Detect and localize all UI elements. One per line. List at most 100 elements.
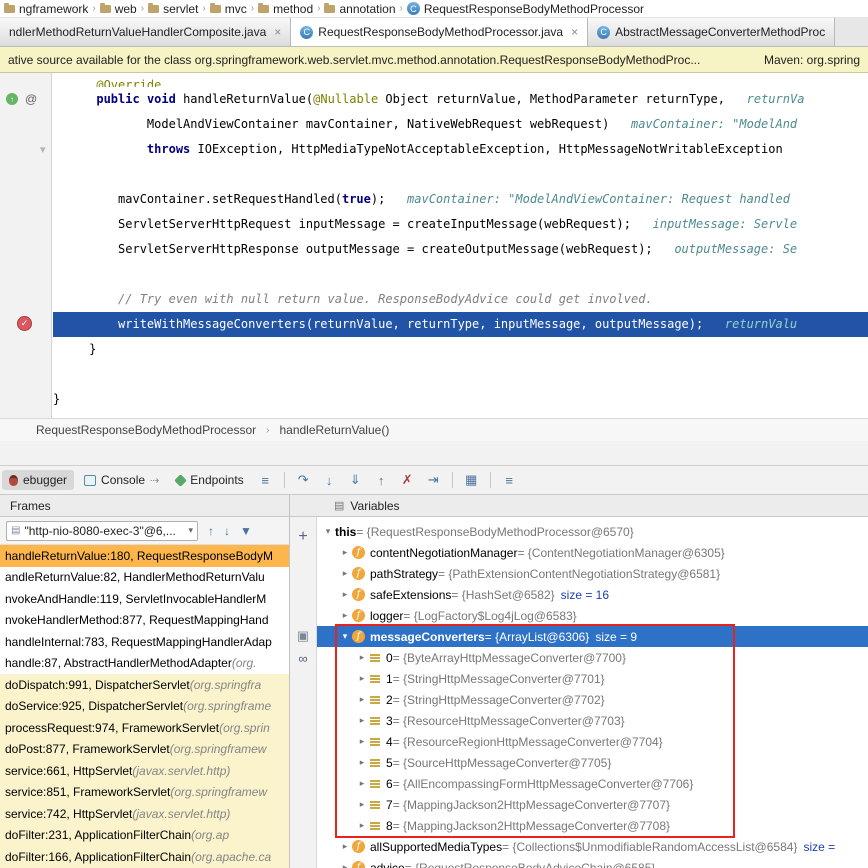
chevron-right-icon[interactable]: ▸ xyxy=(338,610,352,621)
variable-row[interactable]: ▸5 = {SourceHttpMessageConverter@7705} xyxy=(317,752,868,773)
threads-menu-icon[interactable]: ≡ xyxy=(254,473,277,488)
splitter[interactable] xyxy=(0,441,868,466)
layout-settings-icon[interactable]: ≡ xyxy=(498,473,521,488)
stack-frame-row[interactable]: doDispatch:991, DispatcherServlet (org.s… xyxy=(0,674,289,696)
chevron-right-icon[interactable]: ▸ xyxy=(355,652,369,663)
chevron-right-icon[interactable]: ▸ xyxy=(355,778,369,789)
tab-console[interactable]: Console⇢ xyxy=(77,470,166,490)
previous-frame-icon[interactable]: ↑ xyxy=(208,524,214,538)
variable-row[interactable]: ▸0 = {ByteArrayHttpMessageConverter@7700… xyxy=(317,647,868,668)
code-line[interactable]: writeWithMessageConverters(returnValue, … xyxy=(53,312,868,337)
code-editor[interactable]: @Override public void handleReturnValue(… xyxy=(0,73,868,418)
chevron-right-icon[interactable]: ▸ xyxy=(338,589,352,600)
chevron-right-icon[interactable]: ▸ xyxy=(355,736,369,747)
stack-frame-row[interactable]: nvokeHandlerMethod:877, RequestMappingHa… xyxy=(0,610,289,632)
code-line[interactable]: @Override xyxy=(53,73,868,87)
stack-frame-row[interactable]: handle:87, AbstractHandlerMethodAdapter … xyxy=(0,653,289,675)
add-watch-icon[interactable]: + xyxy=(298,529,307,545)
code-line[interactable] xyxy=(53,362,868,387)
chevron-right-icon[interactable]: ▸ xyxy=(338,862,352,868)
breadcrumb-item[interactable]: servlet xyxy=(148,2,198,16)
notification-action-maven[interactable]: Maven: org.spring xyxy=(764,53,860,67)
stack-frame-row[interactable]: doFilter:231, ApplicationFilterChain (or… xyxy=(0,825,289,847)
chevron-right-icon[interactable]: ▸ xyxy=(338,547,352,558)
variable-row[interactable]: ▸fcontentNegotiationManager = {ContentNe… xyxy=(317,542,868,563)
tab-debugger[interactable]: ebugger xyxy=(2,470,74,490)
stack-frame-row[interactable]: handleInternal:783, RequestMappingHandle… xyxy=(0,631,289,653)
chevron-right-icon[interactable]: ▸ xyxy=(338,841,352,852)
thread-selector[interactable]: ▤ "http-nio-8080-exec-3"@6,... ▾ xyxy=(6,521,198,541)
variable-row[interactable]: ▸3 = {ResourceHttpMessageConverter@7703} xyxy=(317,710,868,731)
stack-frame-row[interactable]: doPost:877, FrameworkServlet (org.spring… xyxy=(0,739,289,761)
code-line[interactable]: throws IOException, HttpMediaTypeNotAcce… xyxy=(53,137,868,162)
stack-frame-row[interactable]: andleReturnValue:82, HandlerMethodReturn… xyxy=(0,567,289,589)
variable-row[interactable]: ▸4 = {ResourceRegionHttpMessageConverter… xyxy=(317,731,868,752)
chevron-right-icon[interactable]: ▸ xyxy=(355,820,369,831)
force-step-into-icon[interactable]: ⇓ xyxy=(344,472,367,488)
show-watches-icon[interactable]: ∞ xyxy=(298,652,307,665)
chevron-right-icon[interactable]: ▸ xyxy=(355,694,369,705)
step-over-icon[interactable]: ↷ xyxy=(292,472,315,488)
editor-tab[interactable]: CRequestResponseBodyMethodProcessor.java… xyxy=(291,18,588,46)
stack-frame-row[interactable]: service:851, FrameworkServlet (org.sprin… xyxy=(0,782,289,804)
breadcrumb-item[interactable]: method xyxy=(258,2,313,16)
variable-row[interactable]: ▸fadvice = {RequestResponseBodyAdviceCha… xyxy=(317,857,868,868)
breadcrumb-item[interactable]: RequestResponseBodyMethodProcessor xyxy=(36,423,256,437)
next-frame-icon[interactable]: ↓ xyxy=(224,524,230,538)
breadcrumb-item[interactable]: mvc xyxy=(210,2,247,16)
chevron-right-icon[interactable]: ▸ xyxy=(355,799,369,810)
fold-arrow-icon[interactable]: ▾ xyxy=(40,143,46,156)
chevron-right-icon[interactable]: ▸ xyxy=(355,715,369,726)
variable-row[interactable]: ▸6 = {AllEncompassingFormHttpMessageConv… xyxy=(317,773,868,794)
copy-value-icon[interactable]: ▣ xyxy=(297,629,309,642)
code-area[interactable]: @Override public void handleReturnValue(… xyxy=(53,73,868,412)
code-line[interactable]: ServletServerHttpResponse outputMessage … xyxy=(53,237,868,262)
code-line[interactable]: mavContainer.setRequestHandled(true); ma… xyxy=(53,187,868,212)
variable-row[interactable]: ▸2 = {StringHttpMessageConverter@7702} xyxy=(317,689,868,710)
step-out-icon[interactable]: ↑ xyxy=(370,473,393,488)
step-into-icon[interactable]: ↓ xyxy=(318,473,341,488)
stack-frame-row[interactable]: service:661, HttpServlet (javax.servlet.… xyxy=(0,760,289,782)
filter-icon[interactable]: ▼ xyxy=(240,524,252,538)
variable-row[interactable]: ▸8 = {MappingJackson2HttpMessageConverte… xyxy=(317,815,868,836)
code-line[interactable]: } xyxy=(53,337,868,362)
variable-row[interactable]: ▸fallSupportedMediaTypes = {Collections$… xyxy=(317,836,868,857)
code-line[interactable] xyxy=(53,162,868,187)
stack-frame-row[interactable]: processRequest:974, FrameworkServlet (or… xyxy=(0,717,289,739)
code-line[interactable]: // Try even with null return value. Resp… xyxy=(53,287,868,312)
console-extra-icon[interactable]: ⇢ xyxy=(150,474,159,487)
stack-frame-row[interactable]: doFilter:166, ApplicationFilterChain (or… xyxy=(0,846,289,868)
stack-frame-row[interactable]: handleReturnValue:180, RequestResponseBo… xyxy=(0,545,289,567)
variable-row[interactable]: ▾this = {RequestResponseBodyMethodProces… xyxy=(317,521,868,542)
code-line[interactable]: ServletServerHttpRequest inputMessage = … xyxy=(53,212,868,237)
breadcrumb-item[interactable]: ngframework xyxy=(4,2,88,16)
chevron-right-icon[interactable]: ▸ xyxy=(355,673,369,684)
breakpoint-icon[interactable]: ✓ xyxy=(17,316,32,331)
tab-endpoints[interactable]: Endpoints xyxy=(169,470,250,490)
editor-tab[interactable]: ndlerMethodReturnValueHandlerComposite.j… xyxy=(0,18,291,46)
breadcrumb-item[interactable]: handleReturnValue() xyxy=(279,423,389,437)
code-line[interactable]: } xyxy=(53,387,868,412)
variable-row[interactable]: ▸1 = {StringHttpMessageConverter@7701} xyxy=(317,668,868,689)
breadcrumb-item[interactable]: annotation xyxy=(324,2,395,16)
chevron-down-icon[interactable]: ▾ xyxy=(338,631,352,642)
close-icon[interactable]: × xyxy=(571,25,578,39)
stack-frame-row[interactable]: service:742, HttpServlet (javax.servlet.… xyxy=(0,803,289,825)
editor-tab[interactable]: CAbstractMessageConverterMethodProc xyxy=(588,18,835,46)
close-icon[interactable]: × xyxy=(274,25,281,39)
variable-row[interactable]: ▸7 = {MappingJackson2HttpMessageConverte… xyxy=(317,794,868,815)
breadcrumb-item[interactable]: CRequestResponseBodyMethodProcessor xyxy=(407,2,644,16)
variable-row[interactable]: ▸fsafeExtensions = {HashSet@6582} size =… xyxy=(317,584,868,605)
stack-frame-row[interactable]: nvokeAndHandle:119, ServletInvocableHand… xyxy=(0,588,289,610)
view-breakpoints-icon[interactable]: ▦ xyxy=(460,472,483,488)
code-line[interactable] xyxy=(53,262,868,287)
variable-row[interactable]: ▾fmessageConverters = {ArrayList@6306} s… xyxy=(317,626,868,647)
stack-frame-row[interactable]: doService:925, DispatcherServlet (org.sp… xyxy=(0,696,289,718)
code-line[interactable]: public void handleReturnValue(@Nullable … xyxy=(53,87,868,112)
code-line[interactable]: ModelAndViewContainer mavContainer, Nati… xyxy=(53,112,868,137)
chevron-down-icon[interactable]: ▾ xyxy=(321,526,335,537)
chevron-right-icon[interactable]: ▸ xyxy=(355,757,369,768)
override-marker-icon[interactable]: ↑ xyxy=(6,93,18,105)
variable-row[interactable]: ▸flogger = {LogFactory$Log4jLog@6583} xyxy=(317,605,868,626)
variable-row[interactable]: ▸fpathStrategy = {PathExtensionContentNe… xyxy=(317,563,868,584)
